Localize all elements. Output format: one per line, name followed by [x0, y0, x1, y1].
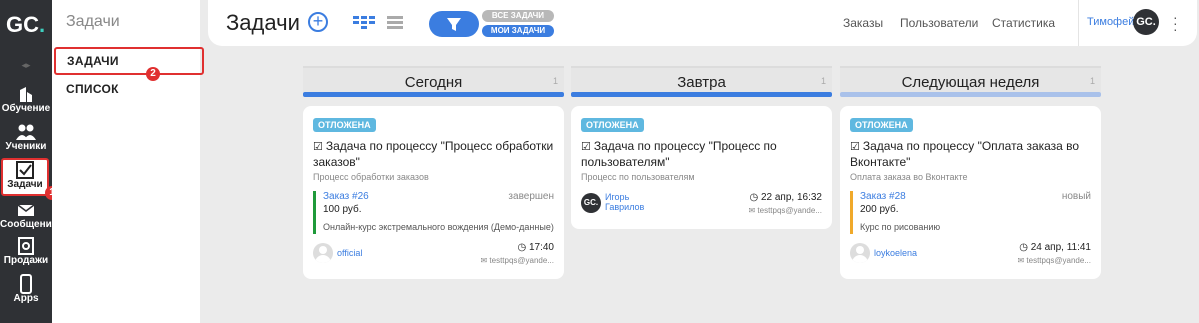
user-avatar-icon: GC. [581, 193, 601, 213]
email: ✉ testtpqs@yande... [480, 256, 554, 265]
order-status: новый [1061, 191, 1091, 202]
column-header: Завтра 1 [571, 66, 832, 92]
order-description: Курс по рисованию [860, 222, 941, 232]
email: ✉ testtpqs@yande... [748, 206, 822, 215]
rail-item-sales[interactable]: Продажи [0, 236, 52, 272]
list-view-icon[interactable] [387, 16, 403, 30]
page-title: Задачи [226, 10, 300, 35]
task-title[interactable]: ☑ Задача по процессу "Процесс обработки з… [313, 139, 554, 170]
task-process: Процесс по пользователям [581, 172, 695, 182]
safe-icon [18, 237, 34, 255]
column-count: 1 [552, 76, 558, 86]
status-badge: ОТЛОЖЕНА [581, 118, 644, 132]
column-count: 1 [820, 76, 826, 86]
order-block: Заказ #26 завершен 100 руб. Онлайн-курс … [313, 191, 554, 234]
rail-item-tasks[interactable]: Задачи [1, 158, 49, 196]
checkbox-icon: ☑ [581, 141, 591, 153]
status-badge: ОТЛОЖЕНА [313, 118, 376, 132]
filter-icon [447, 18, 461, 31]
email: ✉ testtpqs@yande... [1017, 256, 1091, 265]
order-price: 200 руб. [860, 204, 899, 215]
subnav-item-tasks[interactable]: ЗАДАЧИ [54, 47, 204, 75]
column-header: Сегодня 1 [303, 66, 564, 92]
user-avatar-icon [313, 243, 333, 263]
collapse-icon[interactable]: ◂▸ [16, 60, 36, 70]
clock-icon: ◷ [1019, 242, 1031, 253]
all-tasks-chip[interactable]: ВСЕ ЗАДАЧИ [482, 10, 554, 22]
top-header: Задачи + ВСЕ ЗАДАЧИ МОИ ЗАДАЧИ Заказы По… [208, 0, 1197, 46]
kanban-view-icon[interactable] [353, 16, 375, 30]
my-tasks-chip[interactable]: МОИ ЗАДАЧИ [482, 25, 554, 37]
rail-item-apps[interactable]: Apps [0, 274, 52, 310]
sub-navigation: Задачи ЗАДАЧИ СПИСОК [52, 0, 204, 323]
column-header: Следующая неделя 1 [840, 66, 1101, 92]
subnav-item-list[interactable]: СПИСОК [66, 82, 119, 96]
subnav-title: Задачи [66, 13, 120, 30]
clock-icon: ◷ [749, 192, 761, 203]
task-process: Процесс обработки заказов [313, 172, 429, 182]
column-bar [303, 92, 564, 97]
card-footer: official ◷ 17:40 ✉ testtpqs@yande... [313, 241, 554, 271]
phone-icon [20, 274, 32, 294]
users-icon [16, 124, 36, 140]
order-status: завершен [508, 191, 554, 202]
column-bar [840, 92, 1101, 97]
checkbox-icon [16, 161, 34, 179]
task-title[interactable]: ☑ Задача по процессу "Процесс по пользова… [581, 139, 822, 170]
avatar[interactable]: GC. [1133, 9, 1159, 35]
card-footer: GC. Игорь Гаврилов ◷ 22 апр, 16:32 ✉ test… [581, 191, 822, 221]
assignee-name[interactable]: loykoelena [874, 248, 917, 258]
clock-icon: ◷ [517, 242, 529, 253]
column-bar [571, 92, 832, 97]
column-tomorrow: Завтра 1 ОТЛОЖЕНА ☑ Задача по процессу "П… [571, 66, 832, 229]
assignee-name[interactable]: Игорь Гаврилов [605, 192, 644, 212]
checkbox-icon: ☑ [850, 141, 860, 153]
more-menu-icon[interactable]: · · · [1173, 10, 1178, 36]
order-block: Заказ #28 новый 200 руб. Курс по рисован… [850, 191, 1091, 234]
step-badge: 2 [146, 67, 160, 81]
task-process: Оплата заказа во Вконтакте [850, 172, 968, 182]
nav-orders[interactable]: Заказы [843, 16, 883, 30]
nav-statistics[interactable]: Статистика [992, 16, 1055, 30]
rail-item-learning[interactable]: Обучение [0, 84, 52, 120]
column-today: Сегодня 1 ОТЛОЖЕНА ☑ Задача по процессу "… [303, 66, 564, 279]
main-rail: GC. ◂▸ Обучение Ученики Задачи 1 Сообщен… [0, 0, 59, 323]
order-link[interactable]: Заказ #28 [860, 191, 1091, 202]
rail-item-messages[interactable]: Сообщения [0, 200, 58, 236]
due-time: ◷ 24 апр, 11:41 [1019, 242, 1091, 253]
due-time: ◷ 17:40 [517, 242, 554, 253]
column-count: 1 [1089, 76, 1095, 86]
envelope-icon [17, 204, 35, 216]
chart-icon [20, 87, 32, 102]
task-card[interactable]: ОТЛОЖЕНА ☑ Задача по процессу "Процесс по… [571, 106, 832, 229]
nav-users[interactable]: Пользователи [900, 16, 978, 30]
filter-button[interactable] [429, 11, 479, 37]
order-description: Онлайн-курс экстремального вождения (Дем… [323, 222, 554, 232]
rail-item-students[interactable]: Ученики [0, 122, 52, 158]
checkbox-icon: ☑ [313, 141, 323, 153]
card-footer: loykoelena ◷ 24 апр, 11:41 ✉ testtpqs@ya… [850, 241, 1091, 271]
due-time: ◷ 22 апр, 16:32 [749, 192, 822, 203]
add-task-button[interactable]: + [308, 12, 328, 32]
user-name[interactable]: Тимофей [1087, 16, 1134, 28]
task-title[interactable]: ☑ Задача по процессу "Оплата заказа во Вк… [850, 139, 1091, 170]
user-avatar-icon [850, 243, 870, 263]
status-badge: ОТЛОЖЕНА [850, 118, 913, 132]
order-price: 100 руб. [323, 204, 362, 215]
divider [1078, 0, 1079, 46]
task-card[interactable]: ОТЛОЖЕНА ☑ Задача по процессу "Процесс об… [303, 106, 564, 279]
logo[interactable]: GC. [6, 12, 46, 44]
column-next-week: Следующая неделя 1 ОТЛОЖЕНА ☑ Задача по п… [840, 66, 1101, 279]
task-card[interactable]: ОТЛОЖЕНА ☑ Задача по процессу "Оплата зак… [840, 106, 1101, 279]
assignee-name[interactable]: official [337, 248, 362, 258]
